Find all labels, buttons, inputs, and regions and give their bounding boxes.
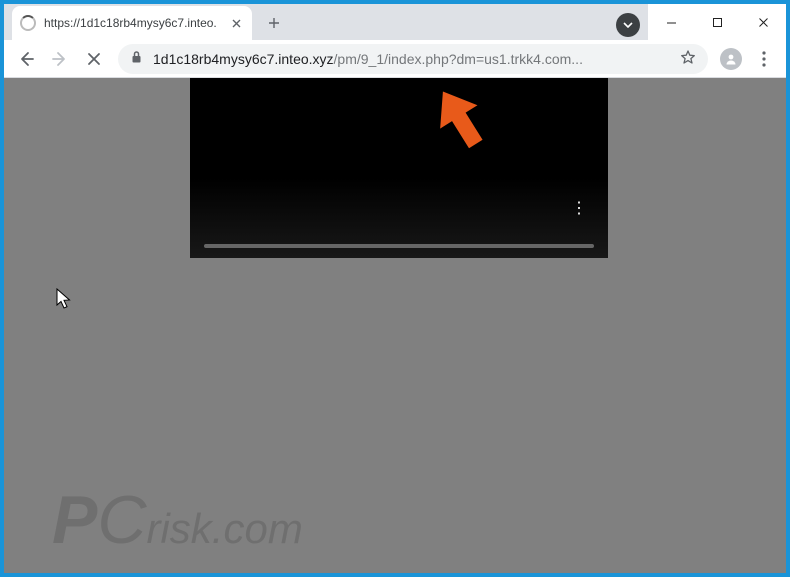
watermark-suffix: risk.com xyxy=(146,505,302,552)
browser-window: https://1d1c18rb4mysy6c7.inteo. xyxy=(4,4,786,573)
new-tab-button[interactable] xyxy=(260,9,288,37)
main-menu-button[interactable] xyxy=(748,43,780,75)
close-tab-button[interactable] xyxy=(228,15,244,31)
tab-strip: https://1d1c18rb4mysy6c7.inteo. xyxy=(4,4,648,40)
video-more-button[interactable]: ⋮ xyxy=(571,198,588,218)
avatar-icon xyxy=(720,48,742,70)
bookmark-button[interactable] xyxy=(680,49,696,68)
video-progress-bar[interactable] xyxy=(204,244,594,248)
url-domain: 1d1c18rb4mysy6c7.inteo.xyz xyxy=(153,51,334,67)
maximize-button[interactable] xyxy=(694,7,740,37)
tab-title: https://1d1c18rb4mysy6c7.inteo. xyxy=(44,16,220,30)
watermark-p: P xyxy=(52,482,97,558)
mouse-cursor-icon xyxy=(56,288,72,315)
close-window-button[interactable] xyxy=(740,7,786,37)
url-text: 1d1c18rb4mysy6c7.inteo.xyz/pm/9_1/index.… xyxy=(153,51,670,67)
window-controls xyxy=(648,4,786,40)
address-bar[interactable]: 1d1c18rb4mysy6c7.inteo.xyz/pm/9_1/index.… xyxy=(118,44,708,74)
back-button[interactable] xyxy=(10,43,42,75)
browser-tab[interactable]: https://1d1c18rb4mysy6c7.inteo. xyxy=(12,6,252,40)
minimize-button[interactable] xyxy=(648,7,694,37)
forward-button[interactable] xyxy=(44,43,76,75)
browser-toolbar: 1d1c18rb4mysy6c7.inteo.xyz/pm/9_1/index.… xyxy=(4,40,786,78)
profile-button[interactable] xyxy=(716,44,746,74)
page-content: ⋮ PCrisk.com xyxy=(4,78,786,573)
loading-spinner-icon xyxy=(20,15,36,31)
video-controls: ⋮ xyxy=(204,244,594,248)
url-path: /pm/9_1/index.php?dm=us1.trkk4.com... xyxy=(334,51,583,67)
pointer-arrow-icon xyxy=(434,82,490,162)
video-player[interactable]: ⋮ xyxy=(190,78,608,258)
watermark-c: C xyxy=(97,482,146,558)
lock-icon xyxy=(130,50,143,67)
stop-button[interactable] xyxy=(78,43,110,75)
search-tabs-button[interactable] xyxy=(616,13,640,37)
watermark-text: PCrisk.com xyxy=(52,481,303,559)
